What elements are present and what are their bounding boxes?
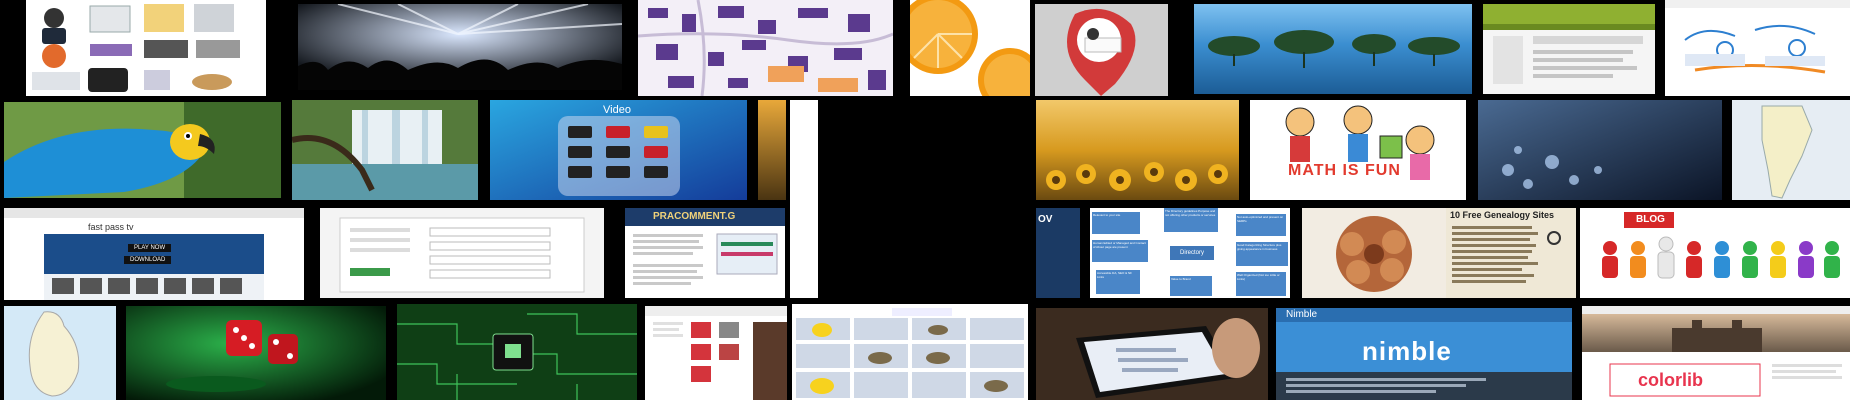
- ov-text: OV: [1038, 214, 1053, 225]
- sunflowers-image: [1036, 100, 1239, 200]
- video-title: Video: [603, 104, 631, 116]
- parrot-image: [4, 102, 281, 198]
- thumb-colorlib[interactable]: colorlib: [1582, 306, 1850, 400]
- thumb-video-apps[interactable]: Video: [490, 100, 747, 200]
- thumb-parrot[interactable]: [4, 102, 281, 198]
- pracomment-title: PRACOMMENT.G: [653, 211, 736, 222]
- blog-people-image: [1580, 208, 1850, 298]
- thumb-sketch[interactable]: [1665, 0, 1850, 96]
- thumb-ov-strip[interactable]: OV: [1036, 208, 1080, 298]
- fast-pass-site-image: [4, 208, 304, 300]
- sunset-strip-image: [758, 100, 786, 200]
- green-website-image: [1483, 4, 1655, 94]
- thumb-green-website[interactable]: [1483, 4, 1655, 94]
- thumb-sunflowers[interactable]: [1036, 100, 1239, 200]
- thumb-concert[interactable]: [298, 4, 622, 90]
- fast-pass-title: fast pass tv: [88, 222, 134, 232]
- thumb-registration-form[interactable]: [320, 208, 604, 298]
- thumb-office-icons[interactable]: [26, 0, 266, 96]
- circuit-board-image: [397, 304, 637, 400]
- mangrove-lake-image: [1194, 4, 1472, 94]
- waterfall-image: [292, 100, 478, 200]
- thumb-blog-people[interactable]: BLOG: [1580, 208, 1850, 298]
- math-title: MATH IS FUN: [1288, 162, 1401, 179]
- rubber-ducks-image: [792, 304, 1028, 400]
- thumb-red-website[interactable]: [645, 306, 787, 400]
- thumb-flower[interactable]: [1302, 208, 1446, 298]
- dir-node-5: Good Categorizing Structure plus giving …: [1236, 242, 1288, 266]
- blog-sign: BLOG: [1636, 214, 1665, 225]
- math-kids-image: [1250, 100, 1466, 200]
- thumb-circuit-board[interactable]: [397, 304, 637, 400]
- dir-node-6: Accessible DA, SEO & NF Links: [1096, 270, 1140, 294]
- frost-flowers-image: [1478, 100, 1722, 200]
- concert-image: [298, 4, 622, 90]
- colorlib-logo: colorlib: [1638, 370, 1704, 390]
- thumb-math-kids[interactable]: MATH IS FUN: [1250, 100, 1466, 200]
- thumb-dice[interactable]: [126, 306, 386, 400]
- dir-node-1: Relevant to your site: [1092, 212, 1140, 234]
- thumb-sri-lanka-map[interactable]: [4, 306, 116, 400]
- thumb-orange[interactable]: [910, 0, 1030, 96]
- thumb-sun-strip[interactable]: [758, 100, 786, 200]
- dir-node-4: Human Edited or Managed and Contact of A…: [1092, 240, 1148, 262]
- map-pin-image: [1035, 4, 1168, 96]
- notre-dame-image: [1582, 306, 1850, 400]
- thumb-waterfall[interactable]: [292, 100, 478, 200]
- thumb-lake[interactable]: [1194, 4, 1472, 94]
- dir-node-7: Value to Brand: [1170, 276, 1212, 296]
- directory-center: Directory: [1170, 246, 1214, 260]
- thumb-pracomment[interactable]: PRACOMMENT.G: [625, 208, 785, 298]
- thumb-rubber-ducks[interactable]: [792, 304, 1028, 400]
- argentina-map-image: [1732, 100, 1850, 200]
- thumb-nimble[interactable]: Nimble nimble: [1276, 308, 1572, 400]
- nimble-logo: nimble: [1362, 336, 1452, 366]
- red-website-image: [645, 306, 787, 400]
- dir-node-3: Not auto-optimized and present on SERPs: [1236, 214, 1286, 236]
- campus-map-image: [638, 0, 893, 96]
- office-icons-image: [26, 0, 266, 96]
- genealogy-list-image: [1452, 226, 1561, 283]
- dir-node-2: The Directory guidelines Purpose and not…: [1164, 208, 1218, 232]
- thumb-blank-page[interactable]: [790, 100, 818, 298]
- download-button[interactable]: DOWNLOAD: [124, 256, 172, 264]
- orange-slice-image: [910, 0, 1030, 96]
- thumb-map-pin[interactable]: [1035, 4, 1168, 96]
- thumb-directory-diagram[interactable]: Directory Relevant to your site The Dire…: [1090, 208, 1290, 298]
- sri-lanka-map-image: [4, 306, 116, 400]
- tablet-image: [1036, 308, 1268, 400]
- play-now-button[interactable]: PLAY NOW: [128, 244, 172, 252]
- dir-node-8: Well Organized (Not too Little or Links): [1236, 272, 1286, 296]
- thumb-frost-flowers[interactable]: [1478, 100, 1722, 200]
- thumb-tablet[interactable]: [1036, 308, 1268, 400]
- form-site-image: [320, 208, 604, 298]
- flower-image: [1302, 208, 1446, 298]
- thumb-argentina-map[interactable]: [1732, 100, 1850, 200]
- thumb-genealogy[interactable]: 10 Free Genealogy Sites: [1446, 208, 1576, 298]
- nimble-header: Nimble: [1286, 309, 1318, 320]
- dice-image: [126, 306, 386, 400]
- sketch-image: [1665, 0, 1850, 96]
- thumb-fast-pass-tv[interactable]: fast pass tv PLAY NOW DOWNLOAD: [4, 208, 304, 300]
- thumb-campus-map[interactable]: [638, 0, 893, 96]
